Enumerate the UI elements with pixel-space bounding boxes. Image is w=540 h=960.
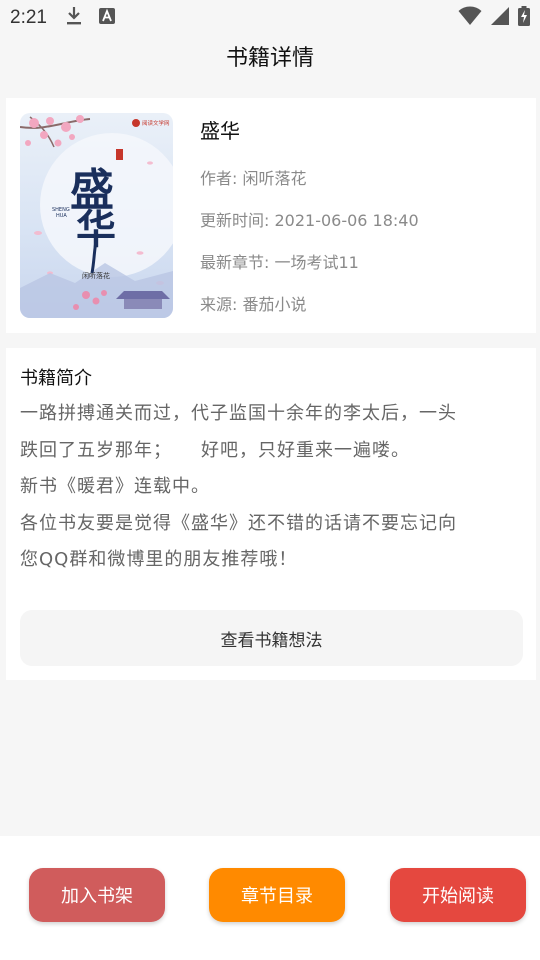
book-latest-chapter: 最新章节: 一场考试11 [200,253,359,272]
book-cover[interactable]: 盛 华 SHENG HUA 闲听落花 阅读文学网 [20,113,173,318]
download-icon [65,6,83,30]
cell-signal-icon [490,6,510,30]
intro-line: 新书《暖君》连载中。 [20,476,210,497]
font-a-icon [98,8,115,28]
intro-line: 您QQ群和微博里的朋友推荐哦！ [20,549,298,570]
intro-heading: 书籍简介 [20,368,92,389]
table-of-contents-button[interactable]: 章节目录 [209,868,345,922]
book-info-card: 盛 华 SHENG HUA 闲听落花 阅读文学网 盛华 作者: 闲听落花 更新时… [6,98,536,333]
status-bar: 2:21 [0,0,540,36]
book-meta: 盛华 作者: 闲听落花 更新时间: 2021-06-06 18:40 最新章节:… [200,116,419,326]
bottom-action-bar: 加入书架 章节目录 开始阅读 [0,836,540,960]
battery-charging-icon [518,6,530,30]
book-updated-time: 更新时间: 2021-06-06 18:40 [200,211,419,230]
status-time: 2:21 [10,7,47,28]
book-source: 来源: 番茄小说 [200,295,307,314]
book-intro-card: 书籍简介 一路拼搏通关而过，代子监国十余年的李太后，一头 跌回了五岁那年； 好吧… [6,348,536,680]
intro-line: 一路拼搏通关而过，代子监国十余年的李太后，一头 [20,403,457,424]
start-reading-button[interactable]: 开始阅读 [390,868,526,922]
wifi-icon [458,6,482,30]
book-title: 盛华 [200,119,240,143]
intro-line: 各位书友要是觉得《盛华》还不错的话请不要忘记向 [20,512,457,534]
add-to-shelf-button[interactable]: 加入书架 [29,868,165,922]
view-thoughts-button[interactable]: 查看书籍想法 [20,610,523,666]
intro-line: 跌回了五岁那年； 好吧，只好重来一遍喽。 [20,439,410,461]
cover-author-caption: 闲听落花 [82,271,110,280]
svg-text:阅读文学网: 阅读文学网 [142,119,170,127]
intro-text: 一路拼搏通关而过，代子监国十余年的李太后，一头 跌回了五岁那年； 好吧，只好重来… [20,396,520,579]
page-title: 书籍详情 [225,46,314,71]
book-author: 作者: 闲听落花 [200,169,307,188]
app-bar: 书籍详情 [0,36,540,76]
svg-text:HUA: HUA [56,213,67,219]
